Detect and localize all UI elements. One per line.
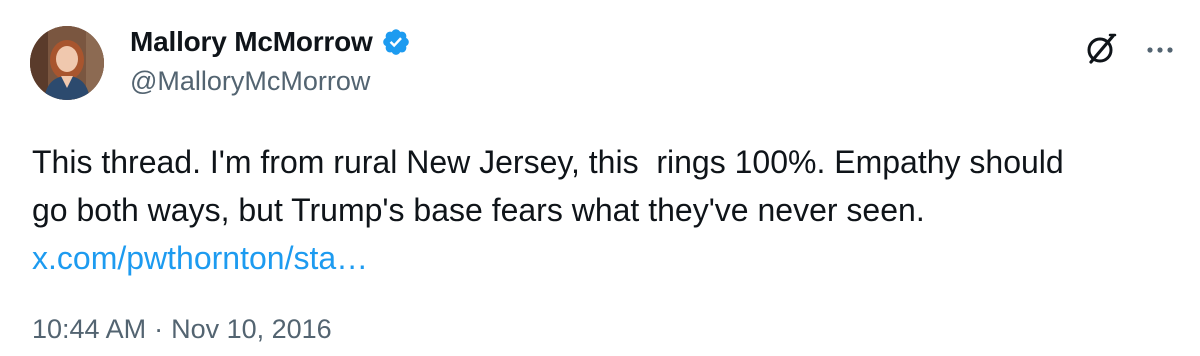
tweet-time[interactable]: 10:44 AM — [32, 314, 146, 345]
timestamp-separator: · — [154, 314, 164, 344]
tweet-link[interactable]: x.com/pwthornton/sta… — [32, 240, 368, 276]
tweet-text: This thread. I'm from rural New Jersey, … — [32, 138, 1182, 282]
grok-icon[interactable] — [1082, 30, 1120, 68]
tweet-timestamp: 10:44 AM · Nov 10, 2016 — [32, 314, 332, 345]
avatar[interactable] — [30, 26, 104, 100]
tweet-text-line-1: This thread. I'm from rural New Jersey, … — [32, 144, 1064, 180]
tweet-text-line-2: go both ways, but Trump's base fears wha… — [32, 192, 925, 228]
tweet-date[interactable]: Nov 10, 2016 — [171, 314, 332, 345]
author-display-name[interactable]: Mallory McMorrow — [130, 26, 373, 58]
verified-badge-icon[interactable] — [381, 27, 411, 57]
author-handle[interactable]: @MalloryMcMorrow — [130, 66, 370, 97]
avatar-image — [30, 26, 104, 100]
tweet: Mallory McMorrow @MalloryMcMorrow This t… — [0, 0, 1200, 356]
author-name-row: Mallory McMorrow — [130, 26, 411, 58]
more-options-icon[interactable] — [1140, 30, 1180, 68]
